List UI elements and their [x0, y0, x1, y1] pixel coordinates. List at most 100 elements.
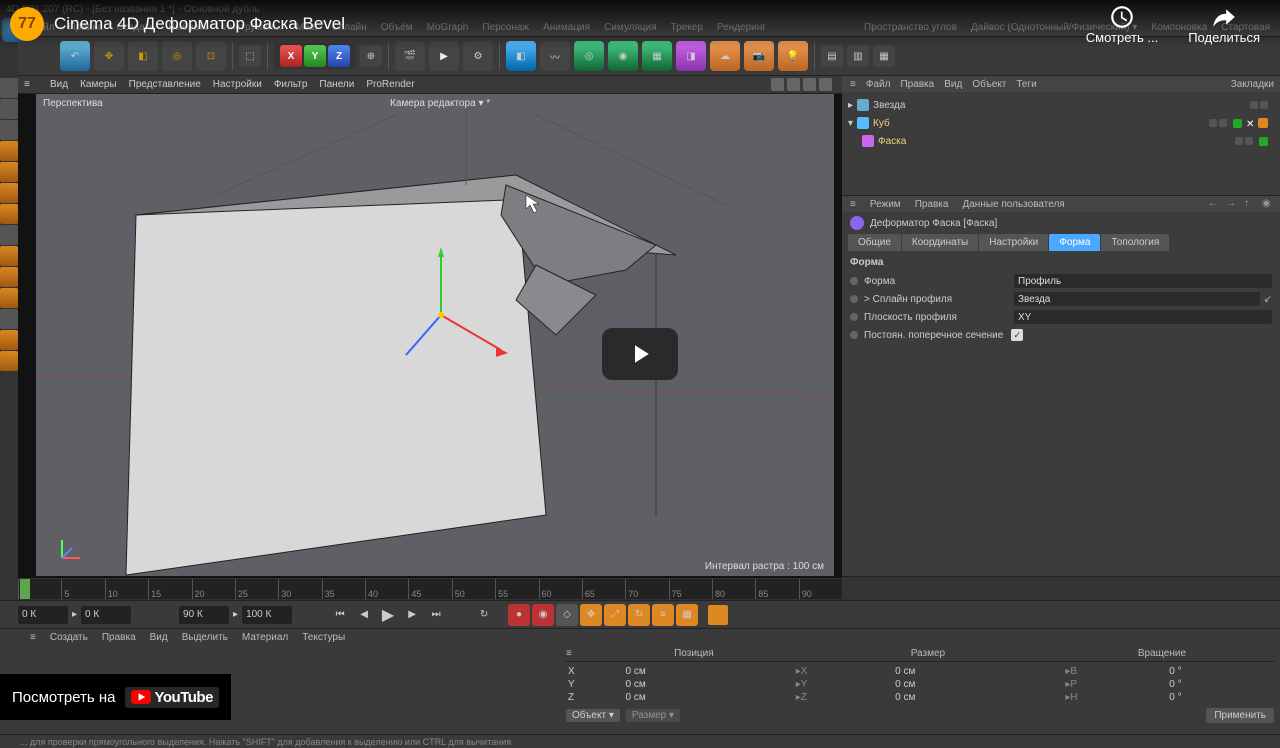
- channel-avatar-icon[interactable]: 77: [10, 7, 44, 41]
- tool-b-button[interactable]: [0, 267, 18, 287]
- polygon-mode-button[interactable]: [0, 183, 18, 203]
- frame-start-input[interactable]: 0 К: [18, 606, 68, 624]
- prop-plane-dropdown[interactable]: XY: [1014, 310, 1272, 324]
- mm-menu-item[interactable]: Выделить: [182, 632, 228, 643]
- enable-checkbox[interactable]: [1233, 119, 1242, 128]
- mm-menu-item[interactable]: Текстуры: [302, 632, 345, 643]
- attr-tab-basic[interactable]: Общие: [848, 234, 901, 251]
- nav-back-icon[interactable]: ←: [1208, 198, 1220, 210]
- vp-menu-item[interactable]: Камеры: [80, 79, 117, 90]
- misc-tool-2[interactable]: ▥: [847, 45, 869, 67]
- prop-shape-dropdown[interactable]: Профиль: [1014, 274, 1272, 288]
- tool-c-button[interactable]: [0, 288, 18, 308]
- coord-system-button[interactable]: ⊕: [360, 45, 382, 67]
- edge-mode-button[interactable]: [0, 162, 18, 182]
- om-menu-item[interactable]: Файл: [866, 79, 891, 90]
- live-select-tool[interactable]: ⬚: [239, 45, 261, 67]
- object-tree[interactable]: ▸ Звезда ▾ Куб ✕: [842, 92, 1280, 154]
- snap-button[interactable]: [0, 225, 18, 245]
- vp-menu-item[interactable]: Настройки: [213, 79, 262, 90]
- attr-menu-item[interactable]: Правка: [915, 199, 949, 210]
- z-axis-toggle[interactable]: Z: [328, 45, 350, 67]
- youtube-watch-on-badge[interactable]: Посмотреть на YouTube: [0, 674, 231, 720]
- hamburger-icon[interactable]: ≡: [850, 79, 856, 90]
- hamburger-icon[interactable]: ≡: [566, 648, 572, 659]
- vp-menu-item[interactable]: ProRender: [366, 79, 414, 90]
- misc-tool-3[interactable]: ▦: [873, 45, 895, 67]
- rot-y-input[interactable]: 0 °: [1169, 679, 1181, 690]
- expand-icon[interactable]: ▾: [848, 118, 853, 129]
- timeline-ruler[interactable]: 0 5 10 15 20 25 30 35 40 45 50 55 60 65 …: [18, 579, 842, 599]
- nav-lock-icon[interactable]: ◉: [1262, 198, 1274, 210]
- timeline-open-button[interactable]: [708, 605, 728, 625]
- attr-menu-item[interactable]: Данные пользователя: [962, 199, 1064, 210]
- play-button[interactable]: ▶: [378, 605, 398, 625]
- workplane-button[interactable]: [0, 120, 18, 140]
- vis-editor-dot[interactable]: [1209, 119, 1217, 127]
- autokey-button[interactable]: ◉: [532, 604, 554, 626]
- nav-fwd-icon[interactable]: →: [1226, 198, 1238, 210]
- tool-f-button[interactable]: [0, 351, 18, 371]
- frame-current-input[interactable]: 0 К: [81, 606, 131, 624]
- key-rot-button[interactable]: ↻: [628, 604, 650, 626]
- vp-zoom-icon[interactable]: [787, 78, 800, 91]
- hamburger-icon[interactable]: ≡: [850, 199, 856, 210]
- attr-tab-coord[interactable]: Координаты: [902, 234, 978, 251]
- om-menu-item[interactable]: Вид: [944, 79, 962, 90]
- stepper-icon[interactable]: ▸: [233, 609, 238, 620]
- goto-end-button[interactable]: ⏭: [426, 605, 446, 625]
- x-axis-toggle[interactable]: X: [280, 45, 302, 67]
- pos-z-input[interactable]: 0 см: [626, 692, 646, 703]
- goto-start-button[interactable]: ⏮: [330, 605, 350, 625]
- prop-cross-checkbox[interactable]: ✓: [1011, 329, 1023, 341]
- object-row-star[interactable]: ▸ Звезда: [848, 96, 1274, 114]
- viewport-camera-label[interactable]: Камера редактора ▾ *: [390, 98, 490, 109]
- size-z-input[interactable]: 0 см: [895, 692, 915, 703]
- axis-mode-button[interactable]: [0, 204, 18, 224]
- record-key-button[interactable]: ●: [508, 604, 530, 626]
- attr-tab-shape[interactable]: Форма: [1049, 234, 1100, 251]
- key-selection-button[interactable]: ◇: [556, 604, 578, 626]
- key-scale-button[interactable]: ⤢: [604, 604, 626, 626]
- nav-up-icon[interactable]: ↑: [1244, 198, 1256, 210]
- attr-tab-topology[interactable]: Топология: [1101, 234, 1169, 251]
- frame-preview-end-input[interactable]: 90 К: [179, 606, 229, 624]
- step-back-button[interactable]: ◀: [354, 605, 374, 625]
- point-mode-button[interactable]: [0, 141, 18, 161]
- vp-menu-item[interactable]: Фильтр: [274, 79, 308, 90]
- object-row-bevel[interactable]: Фаска: [848, 132, 1274, 150]
- vp-toggle-icon[interactable]: [819, 78, 832, 91]
- share-button[interactable]: Поделиться: [1188, 4, 1260, 45]
- tool-a-button[interactable]: [0, 246, 18, 266]
- frame-end-input[interactable]: 100 К: [242, 606, 292, 624]
- object-name[interactable]: Звезда: [873, 100, 905, 111]
- hamburger-icon[interactable]: ≡: [24, 79, 38, 90]
- vis-editor-dot[interactable]: [1235, 137, 1243, 145]
- viewport[interactable]: ≡ Вид Камеры Представление Настройки Фил…: [18, 76, 842, 578]
- expand-icon[interactable]: ▸: [848, 100, 853, 111]
- object-name[interactable]: Куб: [873, 118, 890, 129]
- vis-render-dot[interactable]: [1260, 101, 1268, 109]
- youtube-play-button[interactable]: [602, 328, 678, 380]
- vis-editor-dot[interactable]: [1250, 101, 1258, 109]
- watch-later-button[interactable]: Смотреть ...: [1086, 4, 1158, 45]
- enable-checkbox[interactable]: [1259, 137, 1268, 146]
- viewport-canvas[interactable]: [36, 94, 834, 576]
- model-mode-button[interactable]: [0, 78, 18, 98]
- xray-icon[interactable]: ✕: [1246, 119, 1254, 127]
- tool-d-button[interactable]: [0, 309, 18, 329]
- object-name[interactable]: Фаска: [878, 136, 906, 147]
- texture-mode-button[interactable]: [0, 99, 18, 119]
- om-menu-item[interactable]: Объект: [972, 79, 1006, 90]
- vp-menu-item[interactable]: Вид: [50, 79, 68, 90]
- tag-phong-icon[interactable]: [1258, 118, 1268, 128]
- rot-x-input[interactable]: 0 °: [1169, 666, 1181, 677]
- om-menu-item[interactable]: Теги: [1016, 79, 1036, 90]
- video-title[interactable]: Cinema 4D Деформатор Фаска Bevel: [54, 14, 345, 34]
- coord-mode-size-dropdown[interactable]: Размер ▾: [626, 709, 680, 722]
- coord-mode-object-dropdown[interactable]: Объект ▾: [566, 709, 620, 722]
- rot-z-input[interactable]: 0 °: [1169, 692, 1181, 703]
- size-y-input[interactable]: 0 см: [895, 679, 915, 690]
- misc-tool-1[interactable]: ▤: [821, 45, 843, 67]
- step-fwd-button[interactable]: ▶: [402, 605, 422, 625]
